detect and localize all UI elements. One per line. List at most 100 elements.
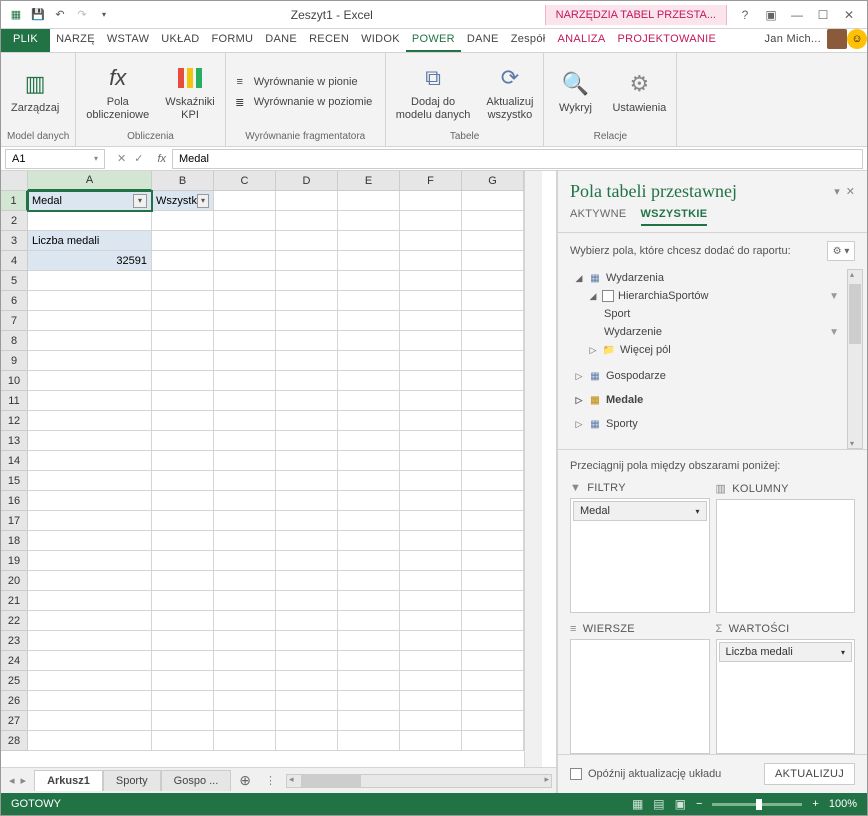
cell-e3[interactable] bbox=[338, 231, 400, 251]
cell-e27[interactable] bbox=[338, 711, 400, 731]
cell-g18[interactable] bbox=[462, 531, 524, 551]
zoom-in-icon[interactable]: + bbox=[812, 798, 818, 810]
row-header-28[interactable]: 28 bbox=[1, 731, 28, 751]
cell-d1[interactable] bbox=[276, 191, 338, 211]
cell-b21[interactable] bbox=[152, 591, 214, 611]
cell-b10[interactable] bbox=[152, 371, 214, 391]
cell-e20[interactable] bbox=[338, 571, 400, 591]
cell-f2[interactable] bbox=[400, 211, 462, 231]
cell-a17[interactable] bbox=[28, 511, 152, 531]
cell-c5[interactable] bbox=[214, 271, 276, 291]
cell-f13[interactable] bbox=[400, 431, 462, 451]
vertical-scrollbar[interactable] bbox=[524, 171, 542, 767]
cell-e8[interactable] bbox=[338, 331, 400, 351]
cell-a26[interactable] bbox=[28, 691, 152, 711]
cell-c14[interactable] bbox=[214, 451, 276, 471]
minimize-icon[interactable]: ― bbox=[787, 5, 807, 25]
cancel-formula-icon[interactable]: ✕ bbox=[117, 152, 126, 165]
cell-f14[interactable] bbox=[400, 451, 462, 471]
cell-e9[interactable] bbox=[338, 351, 400, 371]
row-header-16[interactable]: 16 bbox=[1, 491, 28, 511]
tab-recen[interactable]: RECEN bbox=[303, 29, 355, 52]
cell-d5[interactable] bbox=[276, 271, 338, 291]
name-box-dropdown-icon[interactable]: ▾ bbox=[94, 154, 98, 163]
sheet-tab-2[interactable]: Sporty bbox=[103, 770, 161, 791]
expand-icon[interactable]: ▷ bbox=[574, 419, 584, 430]
cell-d21[interactable] bbox=[276, 591, 338, 611]
horizontal-scrollbar[interactable]: ◂▸ bbox=[286, 774, 552, 788]
cell-c25[interactable] bbox=[214, 671, 276, 691]
rows-drop[interactable] bbox=[570, 639, 710, 754]
cell-f27[interactable] bbox=[400, 711, 462, 731]
row-header-9[interactable]: 9 bbox=[1, 351, 28, 371]
update-button[interactable]: AKTUALIZUJ bbox=[764, 763, 855, 785]
cell-e14[interactable] bbox=[338, 451, 400, 471]
cell-b20[interactable] bbox=[152, 571, 214, 591]
cell-g7[interactable] bbox=[462, 311, 524, 331]
sheet-next-icon[interactable]: ▸ bbox=[21, 774, 27, 787]
fx-icon[interactable]: fx bbox=[151, 153, 172, 165]
cell-b13[interactable] bbox=[152, 431, 214, 451]
defer-checkbox[interactable]: Opóźnij aktualizację układu bbox=[570, 768, 721, 780]
cell-b26[interactable] bbox=[152, 691, 214, 711]
cell-e2[interactable] bbox=[338, 211, 400, 231]
cell-e25[interactable] bbox=[338, 671, 400, 691]
cell-c15[interactable] bbox=[214, 471, 276, 491]
tab-widok[interactable]: WIDOK bbox=[355, 29, 406, 52]
cell-g23[interactable] bbox=[462, 631, 524, 651]
cell-a3[interactable]: Liczba medali bbox=[28, 231, 152, 251]
pivot-filter-button[interactable]: ▾ bbox=[133, 194, 147, 208]
cell-f10[interactable] bbox=[400, 371, 462, 391]
cell-b17[interactable] bbox=[152, 511, 214, 531]
row-header-11[interactable]: 11 bbox=[1, 391, 28, 411]
cell-c9[interactable] bbox=[214, 351, 276, 371]
cell-e12[interactable] bbox=[338, 411, 400, 431]
cell-b5[interactable] bbox=[152, 271, 214, 291]
cell-f16[interactable] bbox=[400, 491, 462, 511]
tab-power[interactable]: POWER bbox=[406, 29, 461, 52]
pane-layout-button[interactable]: ⚙ ▾ bbox=[827, 241, 855, 261]
row-header-26[interactable]: 26 bbox=[1, 691, 28, 711]
cell-b4[interactable] bbox=[152, 251, 214, 271]
field-node-wydarzenia[interactable]: ◢▦Wydarzenia bbox=[570, 269, 863, 287]
maximize-icon[interactable]: ☐ bbox=[813, 5, 833, 25]
undo-icon[interactable]: ↶ bbox=[51, 6, 69, 24]
row-header-5[interactable]: 5 bbox=[1, 271, 28, 291]
cell-c20[interactable] bbox=[214, 571, 276, 591]
row-header-1[interactable]: 1 bbox=[1, 191, 28, 211]
excel-icon[interactable]: ▦ bbox=[7, 6, 25, 24]
cell-a1[interactable]: Medal▾ bbox=[28, 191, 152, 211]
cell-d28[interactable] bbox=[276, 731, 338, 751]
cell-d24[interactable] bbox=[276, 651, 338, 671]
cell-d22[interactable] bbox=[276, 611, 338, 631]
tab-narze[interactable]: NARZĘ bbox=[50, 29, 101, 52]
cell-e4[interactable] bbox=[338, 251, 400, 271]
cell-e11[interactable] bbox=[338, 391, 400, 411]
cell-d27[interactable] bbox=[276, 711, 338, 731]
cell-f22[interactable] bbox=[400, 611, 462, 631]
cell-e21[interactable] bbox=[338, 591, 400, 611]
view-pagelayout-icon[interactable]: ▤ bbox=[653, 797, 664, 811]
cell-b16[interactable] bbox=[152, 491, 214, 511]
cell-g25[interactable] bbox=[462, 671, 524, 691]
pane-tab-active[interactable]: AKTYWNE bbox=[570, 208, 627, 226]
cell-c21[interactable] bbox=[214, 591, 276, 611]
cell-g5[interactable] bbox=[462, 271, 524, 291]
col-header-g[interactable]: G bbox=[462, 171, 524, 191]
cell-a23[interactable] bbox=[28, 631, 152, 651]
cell-f12[interactable] bbox=[400, 411, 462, 431]
cell-c22[interactable] bbox=[214, 611, 276, 631]
cell-e23[interactable] bbox=[338, 631, 400, 651]
sheet-tabs-more-icon[interactable]: ⋮ bbox=[259, 774, 282, 787]
filter-item-medal[interactable]: Medal▾ bbox=[573, 501, 707, 521]
tab-formu[interactable]: FORMU bbox=[205, 29, 259, 52]
cell-a8[interactable] bbox=[28, 331, 152, 351]
cell-g21[interactable] bbox=[462, 591, 524, 611]
cell-f25[interactable] bbox=[400, 671, 462, 691]
detect-button[interactable]: 🔍 Wykryj bbox=[550, 66, 600, 117]
name-box[interactable]: A1▾ bbox=[5, 149, 105, 169]
row-header-21[interactable]: 21 bbox=[1, 591, 28, 611]
collapse-icon[interactable]: ◢ bbox=[588, 291, 598, 302]
kpi-button[interactable]: Wskaźniki KPI bbox=[161, 60, 219, 124]
cell-e17[interactable] bbox=[338, 511, 400, 531]
